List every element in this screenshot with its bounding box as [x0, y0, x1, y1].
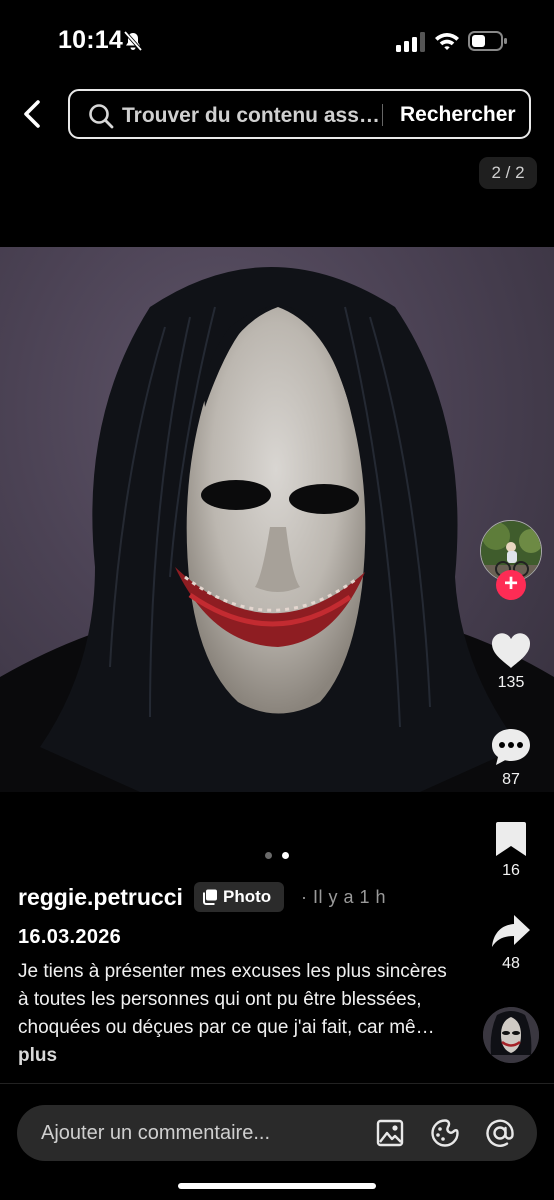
like-button[interactable]: 135 — [480, 632, 542, 692]
author-row: reggie.petrucci Photo · Il y a 1 h — [18, 880, 468, 912]
post-date: 16.03.2026 — [18, 926, 122, 948]
search-input[interactable] — [122, 103, 380, 129]
post-photo[interactable] — [0, 247, 554, 792]
search-button[interactable]: Rechercher — [400, 103, 516, 127]
author-username[interactable]: reggie.petrucci — [18, 884, 183, 911]
top-bar: Rechercher — [0, 88, 554, 140]
carousel-dot-1[interactable] — [265, 852, 272, 859]
comment-icon — [492, 729, 530, 765]
status-time: 10:14 — [58, 26, 123, 54]
signal-icon — [396, 32, 425, 52]
comment-input[interactable] — [41, 1120, 351, 1146]
comment-count: 87 — [502, 771, 520, 788]
share-icon — [492, 915, 530, 947]
bookmark-count: 16 — [502, 862, 520, 879]
bell-slash-icon — [123, 30, 143, 52]
photo-badge-label: Photo — [223, 887, 272, 906]
battery-icon — [468, 31, 507, 51]
sound-disc[interactable] — [483, 1007, 539, 1063]
caption-more-link[interactable]: plus — [18, 1045, 57, 1066]
share-count: 48 — [502, 955, 520, 972]
wifi-icon — [435, 33, 459, 50]
heart-icon — [491, 633, 531, 668]
caption-text: Je tiens à présenter mes excuses les plu… — [18, 961, 447, 1038]
bookmark-button[interactable]: 16 — [480, 820, 542, 880]
status-bar: 10:14 — [0, 0, 554, 82]
search-divider — [382, 104, 383, 126]
mention-icon[interactable] — [485, 1118, 515, 1148]
divider — [0, 1083, 554, 1084]
sticker-icon[interactable] — [430, 1118, 460, 1148]
share-button[interactable]: 48 — [480, 913, 542, 973]
photo-badge: Photo — [194, 882, 284, 912]
post-time-ago: · Il y a 1 h — [301, 887, 387, 907]
carousel-indicator — [263, 852, 293, 862]
search-icon — [89, 104, 114, 129]
search-box[interactable]: Rechercher — [68, 89, 531, 139]
bookmark-icon — [496, 822, 526, 856]
sound-disc-image — [483, 1007, 539, 1063]
back-chevron-icon[interactable] — [18, 98, 46, 130]
post-caption[interactable]: Je tiens à présenter mes excuses les plu… — [18, 958, 458, 1070]
follow-button[interactable]: + — [496, 570, 526, 600]
like-count: 135 — [497, 674, 525, 691]
image-icon[interactable] — [375, 1118, 405, 1148]
comment-button[interactable]: 87 — [480, 727, 542, 789]
masked-figure-image — [0, 267, 554, 792]
home-indicator — [178, 1183, 376, 1189]
photo-stack-icon — [203, 889, 217, 905]
comment-bar — [17, 1105, 537, 1161]
carousel-dot-2-active[interactable] — [282, 852, 289, 859]
page-counter: 2 / 2 — [479, 157, 537, 189]
